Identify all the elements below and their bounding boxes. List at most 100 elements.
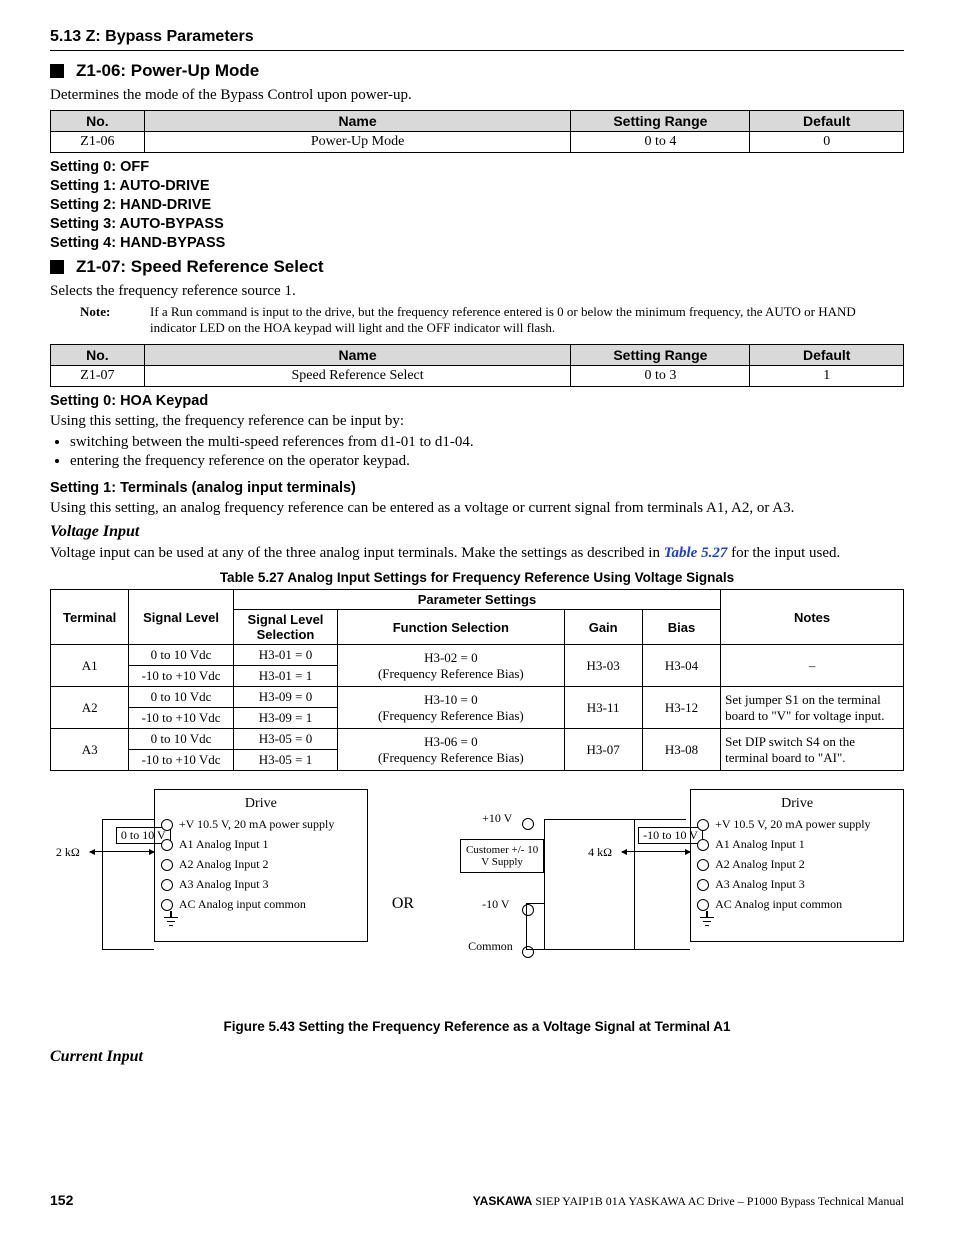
z106-title: Z1-06: Power-Up Mode <box>76 61 259 81</box>
th-name: Name <box>144 345 571 366</box>
th-default: Default <box>750 345 904 366</box>
page-number: 152 <box>50 1192 73 1208</box>
term-ac: AC Analog input common <box>715 897 842 912</box>
table-row: A1 0 to 10 Vdc H3-01 = 0 H3-02 = 0 (Freq… <box>51 645 904 666</box>
terminal-icon <box>697 819 709 831</box>
cell: H3-08 <box>642 729 720 771</box>
cell: H3-01 = 1 <box>233 666 337 687</box>
cell: 1 <box>750 366 904 387</box>
cell: Power-Up Mode <box>144 132 571 153</box>
voltage-line: Voltage input can be used at any of the … <box>50 545 904 562</box>
square-bullet-icon <box>50 64 64 78</box>
cell: Z1-06 <box>51 132 145 153</box>
cell-func-b: (Frequency Reference Bias) <box>378 708 524 723</box>
table-ref-link[interactable]: Table 5.27 <box>664 545 728 561</box>
z107-desc: Selects the frequency reference source 1… <box>50 283 904 300</box>
footer-brand: YASKAWA <box>473 1194 533 1208</box>
table-row: Z1-07 Speed Reference Select 0 to 3 1 <box>51 366 904 387</box>
th-notes: Notes <box>721 590 904 645</box>
z106-heading: Z1-06: Power-Up Mode <box>50 61 904 81</box>
list-item: switching between the multi-speed refere… <box>70 434 904 451</box>
footer-ref: YASKAWA SIEP YAIP1B 01A YASKAWA AC Drive… <box>473 1194 904 1209</box>
cell: – <box>721 645 904 687</box>
cell: H3-09 = 0 <box>233 687 337 708</box>
square-bullet-icon <box>50 260 64 274</box>
ground-icon <box>698 917 716 931</box>
cell: H3-05 = 0 <box>233 729 337 750</box>
terminal-icon <box>161 819 173 831</box>
term-a2: A2 Analog Input 2 <box>715 857 805 872</box>
th-func: Function Selection <box>338 610 564 645</box>
n10v: -10 V <box>482 897 509 912</box>
term-ac: AC Analog input common <box>179 897 306 912</box>
p10v: +10 V <box>482 811 512 826</box>
drive-box: Drive +V 10.5 V, 20 mA power supply A1 A… <box>690 789 904 942</box>
terminal-icon <box>697 859 709 871</box>
cell: -10 to +10 Vdc <box>129 708 233 729</box>
cell: H3-04 <box>642 645 720 687</box>
drive-box: Drive +V 10.5 V, 20 mA power supply A1 A… <box>154 789 368 942</box>
z107-heading: Z1-07: Speed Reference Select <box>50 257 904 277</box>
cell-func-b: (Frequency Reference Bias) <box>378 750 524 765</box>
setting: Setting 4: HAND-BYPASS <box>50 235 904 251</box>
cell: H3-03 <box>564 645 642 687</box>
cell: H3-01 = 0 <box>233 645 337 666</box>
setting0-list: switching between the multi-speed refere… <box>70 434 904 470</box>
terminal-icon <box>161 879 173 891</box>
note-text: If a Run command is input to the drive, … <box>150 304 904 336</box>
th-gain: Gain <box>564 610 642 645</box>
table-527-title: Table 5.27 Analog Input Settings for Fre… <box>50 570 904 585</box>
cell-func-b: (Frequency Reference Bias) <box>378 666 524 681</box>
terminal-icon <box>697 879 709 891</box>
cell-func-a: H3-06 = 0 <box>424 734 478 749</box>
th-range: Setting Range <box>571 345 750 366</box>
current-heading: Current Input <box>50 1048 904 1066</box>
cell-func-a: H3-02 = 0 <box>424 650 478 665</box>
cell: H3-11 <box>564 687 642 729</box>
setting: Setting 3: AUTO-BYPASS <box>50 216 904 232</box>
common: Common <box>468 939 513 954</box>
cell-terminal: A1 <box>51 645 129 687</box>
cell: Z1-07 <box>51 366 145 387</box>
term-a1: A1 Analog Input 1 <box>715 837 805 852</box>
th-name: Name <box>144 111 571 132</box>
rule <box>50 50 904 51</box>
cell: 0 <box>750 132 904 153</box>
setting1-line: Using this setting, an analog frequency … <box>50 500 904 517</box>
page-footer: 152 YASKAWA SIEP YAIP1B 01A YASKAWA AC D… <box>50 1192 904 1209</box>
or-label: OR <box>392 845 414 913</box>
cell-terminal: A3 <box>51 729 129 771</box>
cell: 0 to 10 Vdc <box>129 729 233 750</box>
section-header: 5.13 Z: Bypass Parameters <box>50 28 904 46</box>
table-527: Terminal Signal Level Parameter Settings… <box>50 589 904 771</box>
setting: Setting 1: AUTO-DRIVE <box>50 178 904 194</box>
th-siglevel: Signal Level <box>129 590 233 645</box>
th-range: Setting Range <box>571 111 750 132</box>
cell-func-a: H3-10 = 0 <box>424 692 478 707</box>
term-pv: +V 10.5 V, 20 mA power supply <box>715 817 870 832</box>
setting0-heading: Setting 0: HOA Keypad <box>50 393 904 409</box>
th-bias: Bias <box>642 610 720 645</box>
terminal-icon <box>522 904 534 916</box>
term-a2: A2 Analog Input 2 <box>179 857 269 872</box>
res-label: 2 kΩ <box>56 845 80 860</box>
terminal-icon <box>697 899 709 911</box>
drive-title: Drive <box>697 796 897 812</box>
voltage-line-b: for the input used. <box>727 545 840 561</box>
cell: -10 to +10 Vdc <box>129 750 233 771</box>
term-a3: A3 Analog Input 3 <box>179 877 269 892</box>
table-row: A2 0 to 10 Vdc H3-09 = 0 H3-10 = 0 (Freq… <box>51 687 904 708</box>
res-label: 4 kΩ <box>588 845 612 860</box>
ground-icon <box>162 917 180 931</box>
cell: H3-12 <box>642 687 720 729</box>
z106-table: No. Name Setting Range Default Z1-06 Pow… <box>50 110 904 153</box>
cell: 0 to 4 <box>571 132 750 153</box>
setting: Setting 0: OFF <box>50 159 904 175</box>
drive-title: Drive <box>161 796 361 812</box>
cell: H3-05 = 1 <box>233 750 337 771</box>
term-a1: A1 Analog Input 1 <box>179 837 269 852</box>
terminal-icon <box>161 859 173 871</box>
th-terminal: Terminal <box>51 590 129 645</box>
z107-table: No. Name Setting Range Default Z1-07 Spe… <box>50 344 904 387</box>
z106-desc: Determines the mode of the Bypass Contro… <box>50 87 904 104</box>
